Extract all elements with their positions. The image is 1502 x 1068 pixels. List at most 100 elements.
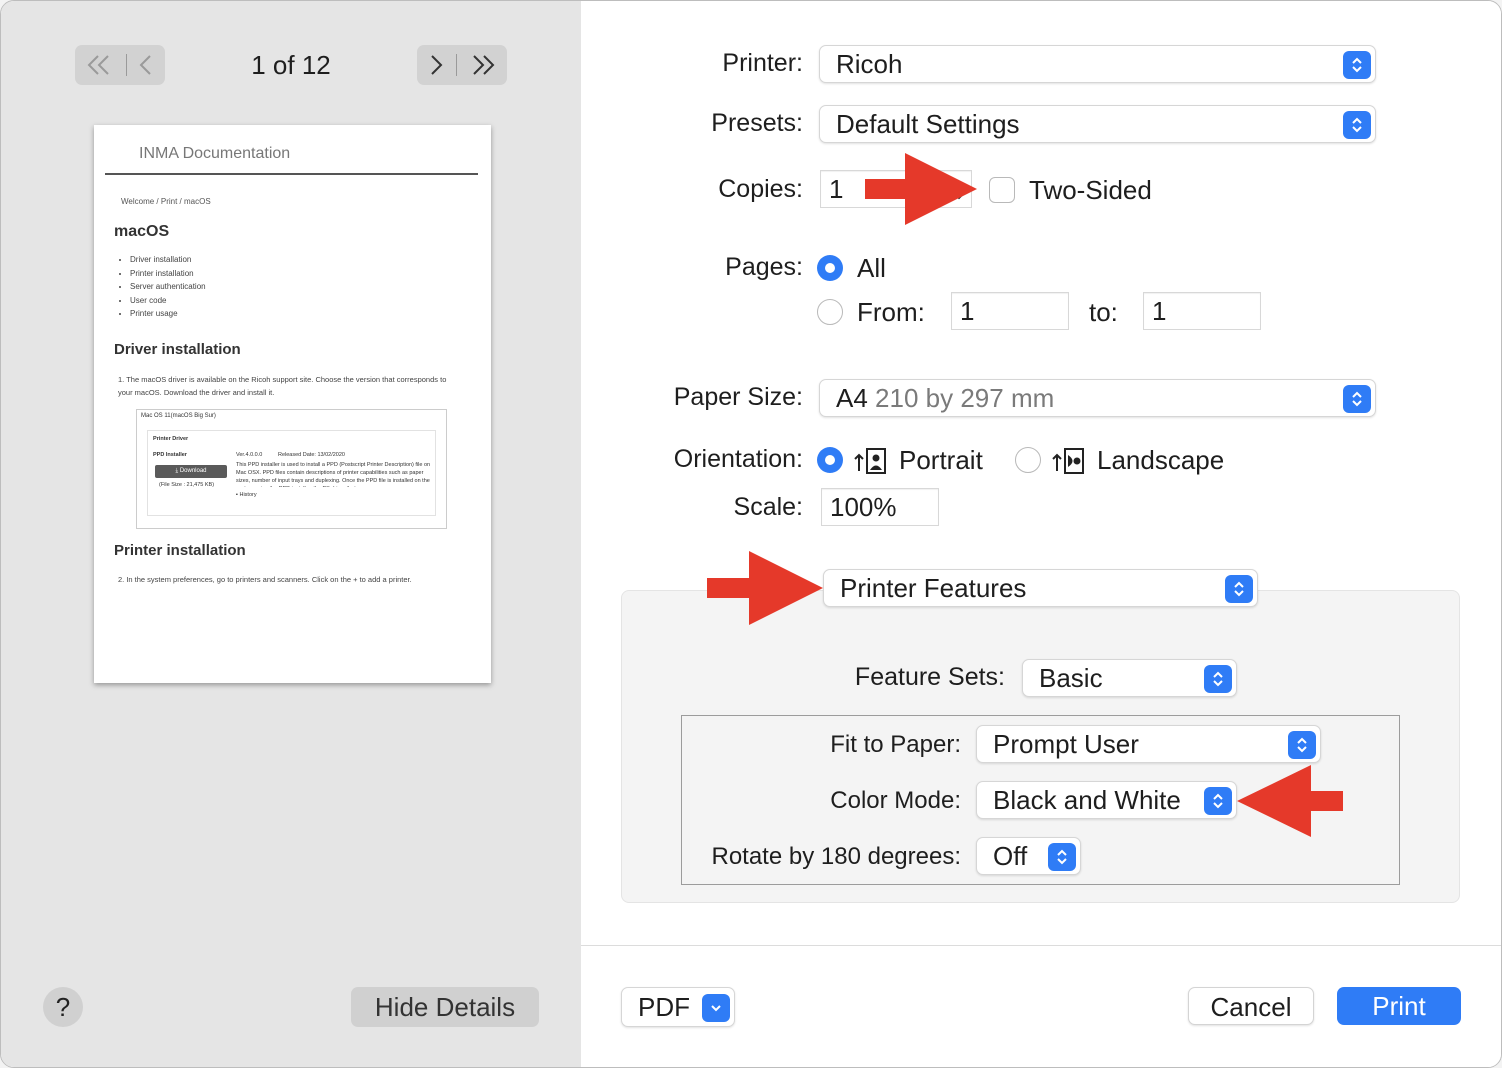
- pages-all-label: All: [857, 253, 886, 283]
- doc-download-button: ⤓ Download: [155, 465, 227, 478]
- paper-size-text: A4 210 by 297 mm: [836, 380, 1054, 416]
- doc-section-heading: Printer installation: [114, 542, 246, 559]
- printer-value: Ricoh: [836, 49, 903, 79]
- section-popup-value: Printer Features: [840, 573, 1027, 603]
- paper-size-label: Paper Size:: [673, 383, 803, 411]
- annotation-arrow-icon: [1237, 765, 1343, 837]
- pages-from-value: 1: [960, 296, 975, 326]
- rotate-popup[interactable]: Off: [976, 837, 1081, 875]
- fit-to-paper-value: Prompt User: [993, 729, 1139, 759]
- nav-separator: [125, 54, 127, 76]
- settings-pane: [581, 1, 1501, 1067]
- pages-to-label: to:: [1089, 297, 1118, 327]
- doc-header: INMA Documentation: [139, 145, 291, 162]
- doc-box-subtitle: Printer Driver: [153, 436, 189, 442]
- toc-item: Printer usage: [130, 307, 206, 321]
- doc-header-rule: [105, 173, 478, 175]
- annotation-arrow-icon: [865, 153, 977, 225]
- previous-page-buttons[interactable]: [75, 45, 165, 85]
- first-page-icon[interactable]: [86, 54, 114, 76]
- scale-value: 100%: [830, 492, 897, 522]
- pages-to-value: 1: [1152, 296, 1167, 326]
- doc-history: ▪ History: [236, 492, 257, 498]
- toc-item: Printer installation: [130, 267, 206, 281]
- two-sided-label: Two-Sided: [1029, 175, 1152, 205]
- rotate-value: Off: [993, 841, 1028, 871]
- print-dialog: 1 of 12 INMA Documentation Welcome / Pri…: [0, 0, 1502, 1068]
- two-sided-checkbox[interactable]: [989, 177, 1015, 203]
- printer-label: Printer:: [722, 49, 803, 77]
- toc-item: Driver installation: [130, 253, 206, 267]
- section-popup[interactable]: Printer Features: [823, 569, 1258, 607]
- doc-box-inner: Printer Driver PPD Installer Ver.4.0.0.0…: [147, 430, 436, 516]
- doc-step: 1. The macOS driver is available on the …: [118, 375, 447, 397]
- landscape-radio[interactable]: [1015, 447, 1041, 473]
- cancel-button[interactable]: Cancel: [1188, 987, 1314, 1025]
- updown-chevron-icon: [1288, 731, 1316, 759]
- hide-details-button[interactable]: Hide Details: [351, 987, 539, 1027]
- updown-chevron-icon: [1225, 575, 1253, 603]
- feature-sets-popup[interactable]: Basic: [1022, 659, 1237, 697]
- print-button[interactable]: Print: [1337, 987, 1461, 1025]
- pages-to-field[interactable]: 1: [1143, 292, 1261, 330]
- doc-download-label: Download: [179, 468, 207, 474]
- pages-from-label: From:: [857, 297, 925, 327]
- doc-history-label: History: [239, 492, 257, 498]
- fit-to-paper-label: Fit to Paper:: [830, 731, 961, 758]
- color-mode-value: Black and White: [993, 785, 1181, 815]
- pages-label: Pages:: [725, 253, 803, 281]
- landscape-label: Landscape: [1097, 445, 1225, 475]
- doc-toc: Driver installation Printer installation…: [114, 253, 206, 321]
- orientation-label: Orientation:: [673, 445, 803, 473]
- copies-label: Copies:: [718, 175, 803, 203]
- copies-value: 1: [829, 174, 844, 204]
- doc-breadcrumb: Welcome / Print / macOS: [121, 197, 211, 206]
- pdf-menu-button[interactable]: PDF: [621, 987, 735, 1027]
- doc-step: 2. In the system preferences, go to prin…: [118, 575, 412, 584]
- doc-ppd-description: This PPD installer is used to install a …: [236, 462, 431, 487]
- footer-divider: [581, 945, 1501, 946]
- help-button[interactable]: ?: [43, 987, 83, 1027]
- pages-all-radio[interactable]: [817, 255, 843, 281]
- last-page-icon[interactable]: [468, 54, 496, 76]
- feature-sets-label: Feature Sets:: [854, 663, 1005, 691]
- color-mode-popup[interactable]: Black and White: [976, 781, 1237, 819]
- doc-ppd-label: PPD Installer: [153, 452, 187, 458]
- pages-from-field[interactable]: 1: [951, 292, 1069, 330]
- updown-chevron-icon: [1204, 665, 1232, 693]
- nav-separator: [455, 54, 457, 76]
- pdf-label: PDF: [638, 992, 690, 1022]
- updown-chevron-icon: [1343, 51, 1371, 79]
- doc-box-title: Mac OS 11(macOS Big Sur): [141, 413, 216, 419]
- presets-popup[interactable]: Default Settings: [819, 105, 1376, 143]
- paper-size-value: A4: [836, 383, 868, 413]
- doc-file-size: (File Size : 21,475 KB): [159, 482, 215, 488]
- updown-chevron-icon: [1048, 843, 1076, 871]
- doc-driver-box: Mac OS 11(macOS Big Sur) Printer Driver …: [136, 409, 447, 529]
- doc-released: Released Date: 13/02/2020: [278, 452, 345, 458]
- next-page-buttons[interactable]: [417, 45, 507, 85]
- updown-chevron-icon: [1343, 385, 1371, 413]
- color-mode-label: Color Mode:: [830, 787, 961, 814]
- scale-label: Scale:: [733, 493, 803, 521]
- portrait-label: Portrait: [899, 445, 983, 475]
- annotation-arrow-icon: [707, 551, 823, 625]
- paper-size-popup[interactable]: A4 210 by 297 mm: [819, 379, 1376, 417]
- pages-from-radio[interactable]: [817, 299, 843, 325]
- page-preview: INMA Documentation Welcome / Print / mac…: [94, 125, 491, 683]
- updown-chevron-icon: [1204, 787, 1232, 815]
- rotate-label: Rotate by 180 degrees:: [711, 843, 961, 870]
- next-page-icon[interactable]: [428, 54, 444, 76]
- fit-to-paper-popup[interactable]: Prompt User: [976, 725, 1321, 763]
- previous-page-icon[interactable]: [138, 54, 154, 76]
- toc-item: Server authentication: [130, 280, 206, 294]
- presets-label: Presets:: [711, 109, 803, 137]
- toc-item: User code: [130, 294, 206, 308]
- printer-popup[interactable]: Ricoh: [819, 45, 1376, 83]
- updown-chevron-icon: [1343, 111, 1371, 139]
- scale-field[interactable]: 100%: [821, 488, 939, 526]
- portrait-radio[interactable]: [817, 447, 843, 473]
- feature-sets-value: Basic: [1039, 663, 1103, 693]
- portrait-orientation-icon: [854, 448, 886, 474]
- landscape-orientation-icon: [1052, 448, 1084, 474]
